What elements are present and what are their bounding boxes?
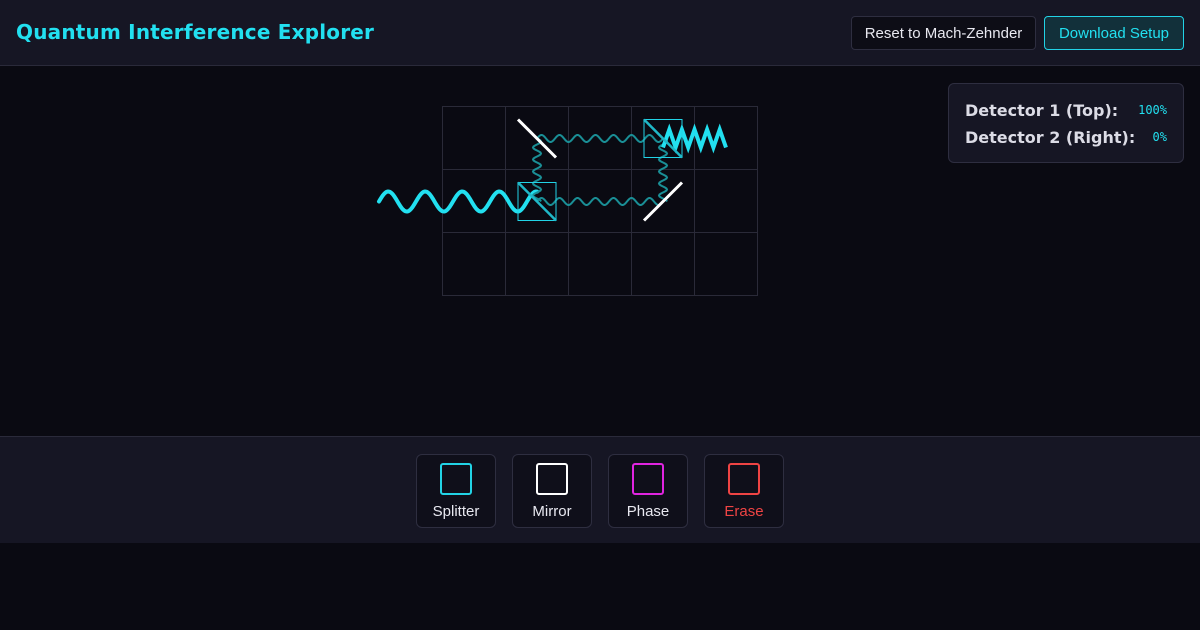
tool-erase-label: Erase xyxy=(724,503,764,520)
detector-2-value: 0% xyxy=(1152,130,1167,144)
mirror-icon xyxy=(536,463,568,495)
component-toolbar: Splitter Mirror Phase Erase xyxy=(0,436,1200,543)
detector-2-row: Detector 2 (Right): 0% xyxy=(965,126,1167,148)
reset-button[interactable]: Reset to Mach-Zehnder xyxy=(851,16,1036,50)
beam-splitter-2[interactable] xyxy=(643,118,683,159)
phase-icon xyxy=(632,463,664,495)
detector-1-label: Detector 1 (Top): xyxy=(965,100,1119,120)
erase-icon xyxy=(728,463,760,495)
tool-splitter[interactable]: Splitter xyxy=(416,454,496,528)
tool-erase[interactable]: Erase xyxy=(704,454,784,528)
mirror-bottom-right[interactable] xyxy=(642,181,684,222)
app-title: Quantum Interference Explorer xyxy=(16,20,375,44)
splitter-icon xyxy=(440,463,472,495)
download-button[interactable]: Download Setup xyxy=(1044,16,1184,50)
interferometer-canvas[interactable]: Detector 1 (Top): 100% Detector 2 (Right… xyxy=(0,67,1200,436)
detector-panel: Detector 1 (Top): 100% Detector 2 (Right… xyxy=(948,83,1184,163)
tool-splitter-label: Splitter xyxy=(432,503,480,520)
beam-splitter-1[interactable] xyxy=(517,181,557,222)
page-footer-area xyxy=(0,543,1200,630)
input-beam xyxy=(377,189,539,214)
detector-2-label: Detector 2 (Right): xyxy=(965,127,1136,147)
detector-1-value: 100% xyxy=(1138,103,1167,117)
tool-mirror[interactable]: Mirror xyxy=(512,454,592,528)
tool-phase[interactable]: Phase xyxy=(608,454,688,528)
detector-1-row: Detector 1 (Top): 100% xyxy=(965,99,1167,121)
mirror-top-left[interactable] xyxy=(516,118,558,159)
tool-mirror-label: Mirror xyxy=(532,503,572,520)
tool-phase-label: Phase xyxy=(626,503,670,520)
top-bar: Quantum Interference Explorer Reset to M… xyxy=(0,0,1200,66)
